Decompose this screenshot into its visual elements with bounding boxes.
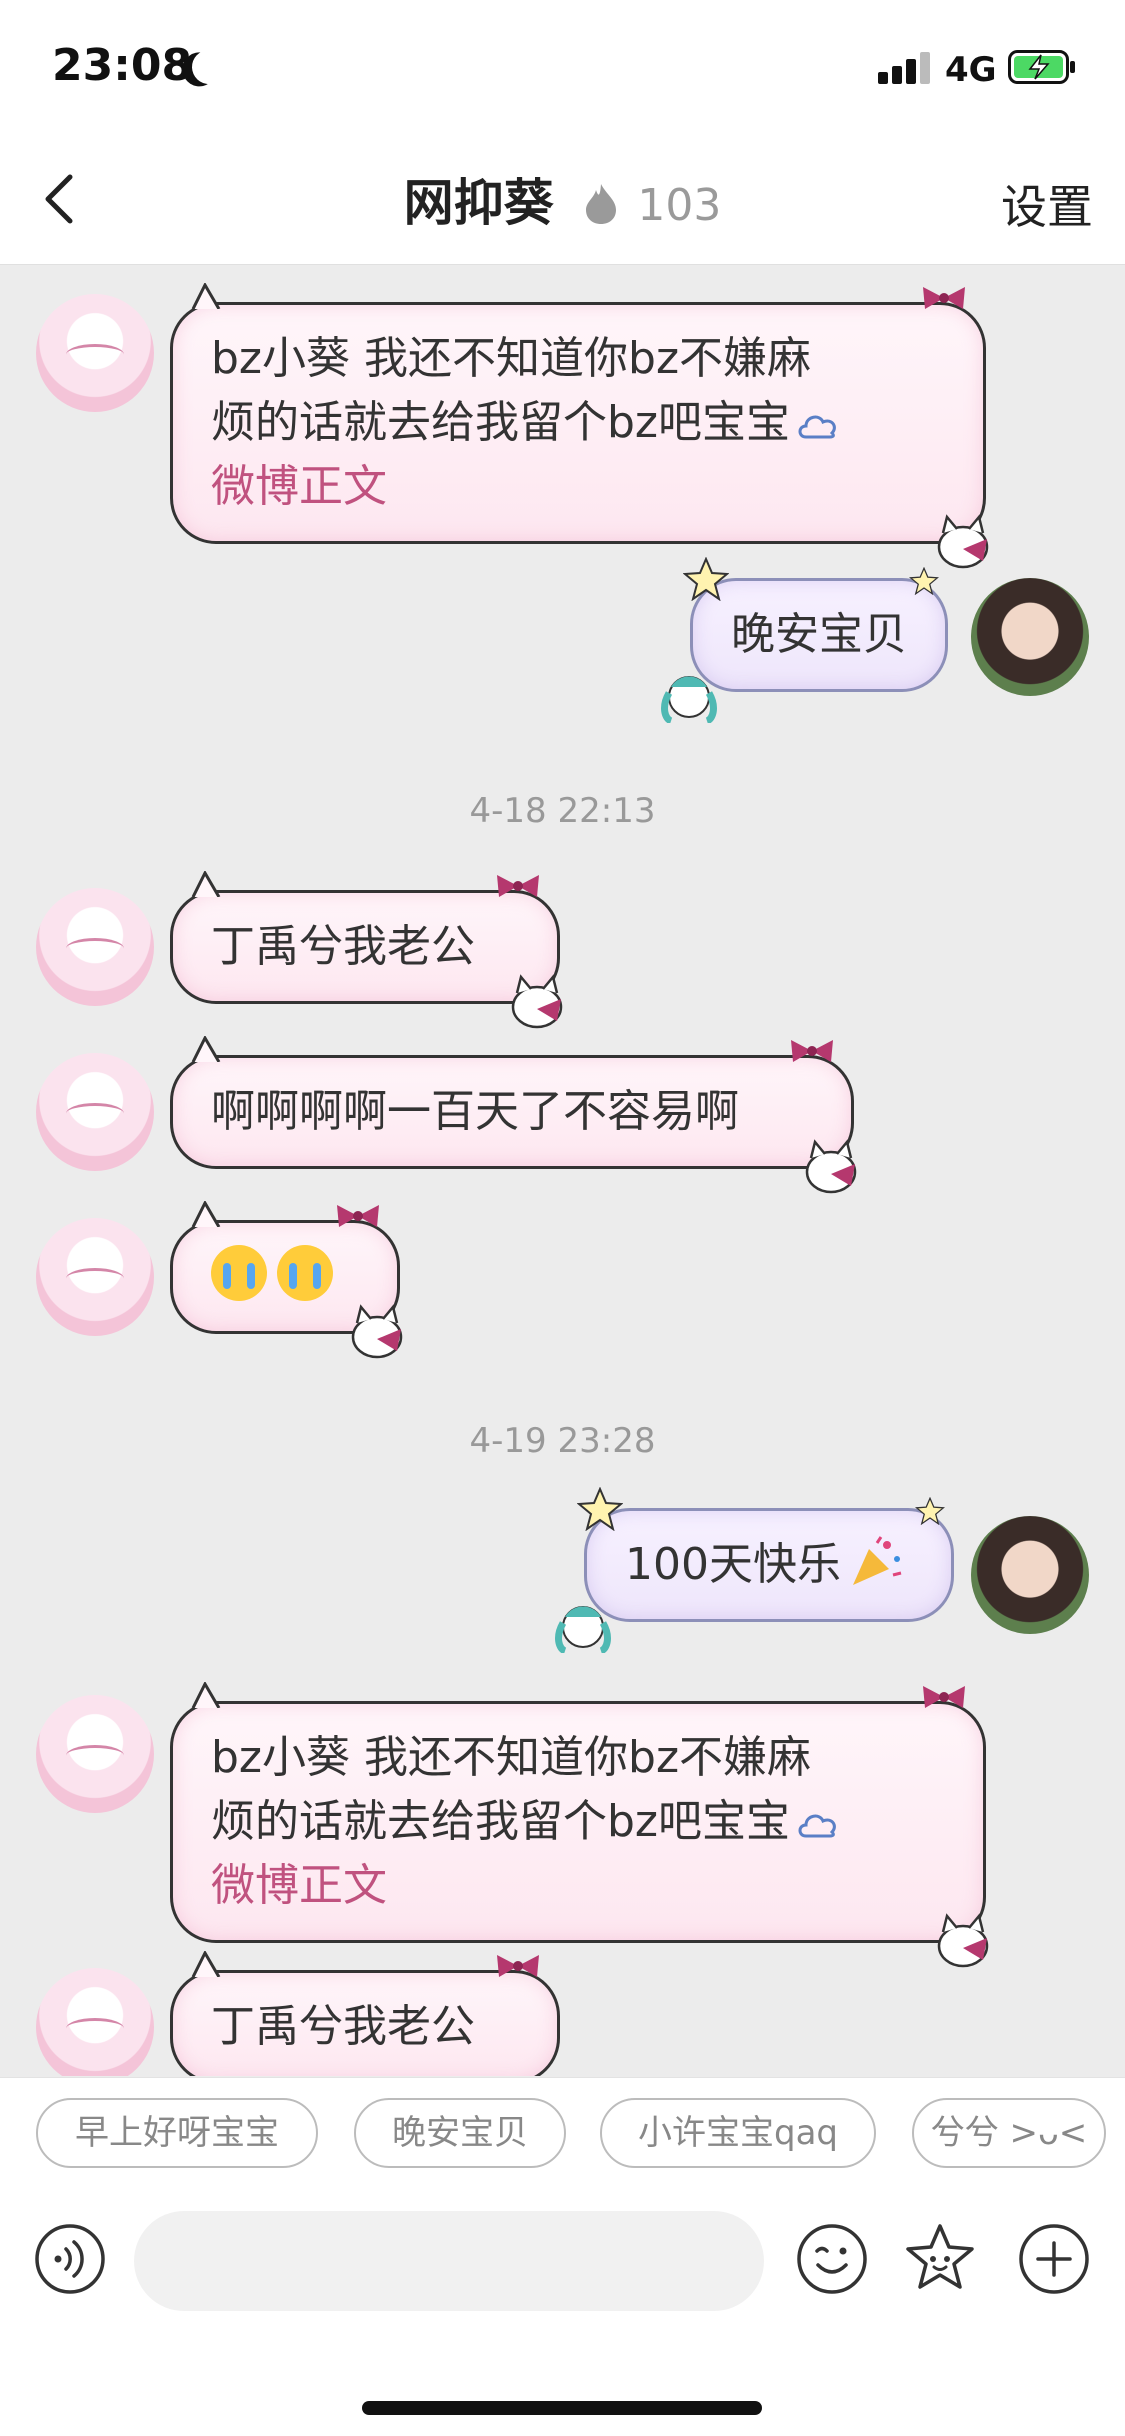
message-bubble[interactable]: 晚安宝贝 xyxy=(661,557,948,723)
quick-reply-chip[interactable]: 晚安宝贝 xyxy=(354,2098,566,2168)
message-bubble[interactable]: 100天快乐 xyxy=(555,1487,954,1653)
message-bubble[interactable]: bz小葵 我还不知道你bz不嫌麻 烦的话就去给我留个bz吧宝宝 微博正文 xyxy=(170,283,989,569)
sticker-icon[interactable] xyxy=(902,2221,978,2297)
message-text: 啊啊啊啊一百天了不容易啊 xyxy=(211,1086,739,1137)
quick-reply-bar: 早上好呀宝宝 晚安宝贝 小许宝宝qaq 兮兮 >ᴗ< xyxy=(0,2077,1125,2187)
timestamp: 4-19 23:28 xyxy=(469,1421,656,1461)
my-avatar[interactable] xyxy=(971,578,1089,696)
message-text-line: bz小葵 我还不知道你bz不嫌麻 xyxy=(211,333,812,384)
home-indicator[interactable] xyxy=(362,2401,762,2415)
weibo-link[interactable]: 微博正文 xyxy=(211,455,945,519)
bow-icon xyxy=(791,1040,833,1062)
message-text-line: bz小葵 我还不知道你bz不嫌麻 xyxy=(211,1732,812,1783)
message-bubble[interactable]: 丁禹兮我老公 xyxy=(170,1951,560,2076)
contact-avatar[interactable] xyxy=(36,1053,154,1171)
crying-face-icon xyxy=(277,1245,333,1301)
message-input[interactable] xyxy=(134,2211,764,2311)
input-bar xyxy=(0,2187,1125,2436)
cat-sticker-icon xyxy=(805,1139,857,1194)
contact-avatar[interactable] xyxy=(36,888,154,1006)
cat-ear-decoration xyxy=(191,1036,221,1062)
message-bubble[interactable] xyxy=(170,1201,403,1359)
intimacy-count: 103 xyxy=(637,180,722,231)
plus-icon[interactable] xyxy=(1018,2223,1090,2295)
star-icon xyxy=(577,1487,623,1531)
cat-sticker-icon xyxy=(511,974,563,1029)
star-icon xyxy=(915,1497,945,1525)
chat-message-list[interactable]: bz小葵 我还不知道你bz不嫌麻 烦的话就去给我留个bz吧宝宝 微博正文 晚安宝… xyxy=(0,266,1125,2076)
contact-avatar[interactable] xyxy=(36,1218,154,1336)
message-bubble[interactable]: 丁禹兮我老公 xyxy=(170,871,563,1029)
cat-ear-decoration xyxy=(191,1682,221,1708)
bow-icon xyxy=(497,875,539,897)
cloud-icon xyxy=(798,1814,836,1838)
miku-sticker-icon xyxy=(555,1606,611,1653)
star-icon xyxy=(683,557,729,601)
cat-sticker-icon xyxy=(937,514,989,569)
chat-header: 网抑葵 103 设置 xyxy=(0,135,1125,265)
party-popper-icon xyxy=(852,1536,902,1585)
message-text-line: 烦的话就去给我留个bz吧宝宝 xyxy=(211,1790,945,1854)
message-text: 丁禹兮我老公 xyxy=(211,2001,475,2052)
message-bubble[interactable]: 啊啊啊啊一百天了不容易啊 xyxy=(170,1036,857,1194)
bow-icon xyxy=(923,287,965,309)
cat-ear-decoration xyxy=(191,283,221,309)
star-icon xyxy=(909,567,939,595)
moon-icon xyxy=(189,47,228,86)
cat-ear-decoration xyxy=(191,1201,221,1227)
cloud-icon xyxy=(798,415,836,439)
bow-icon xyxy=(497,1955,539,1977)
my-avatar[interactable] xyxy=(971,1516,1089,1634)
quick-reply-chip[interactable]: 早上好呀宝宝 xyxy=(36,2098,318,2168)
chat-title: 网抑葵 xyxy=(403,174,554,232)
timestamp: 4-18 22:13 xyxy=(469,791,656,831)
status-time: 23:08 xyxy=(52,40,193,91)
bow-icon xyxy=(337,1205,379,1227)
network-label: 4G xyxy=(945,50,997,90)
status-bar: 23:08 4G xyxy=(0,0,1125,135)
quick-reply-chip[interactable]: 兮兮 >ᴗ< xyxy=(912,2098,1106,2168)
message-text-line: 烦的话就去给我留个bz吧宝宝 xyxy=(211,391,945,455)
flame-icon xyxy=(585,184,616,224)
header-center: 网抑葵 103 xyxy=(0,163,1125,235)
emoji-icon[interactable] xyxy=(796,2223,868,2295)
settings-button[interactable]: 设置 xyxy=(1001,171,1093,237)
battery-icon xyxy=(1008,50,1075,84)
signal-icon xyxy=(878,52,934,84)
crying-face-icon xyxy=(211,1245,267,1301)
cat-ear-decoration xyxy=(191,1951,221,1977)
voice-icon[interactable] xyxy=(34,2223,106,2295)
quick-reply-chip[interactable]: 小许宝宝qaq xyxy=(600,2098,876,2168)
cat-ear-decoration xyxy=(191,871,221,897)
miku-sticker-icon xyxy=(661,676,717,723)
message-bubble[interactable]: bz小葵 我还不知道你bz不嫌麻 烦的话就去给我留个bz吧宝宝 微博正文 xyxy=(170,1682,989,1968)
bow-icon xyxy=(923,1686,965,1708)
cat-sticker-icon xyxy=(351,1304,403,1359)
weibo-link[interactable]: 微博正文 xyxy=(211,1854,945,1918)
message-text: 100天快乐 xyxy=(625,1539,841,1590)
cat-sticker-icon xyxy=(937,1913,989,1968)
contact-avatar[interactable] xyxy=(36,1968,154,2076)
message-text: 丁禹兮我老公 xyxy=(211,921,475,972)
contact-avatar[interactable] xyxy=(36,1695,154,1813)
message-text: 晚安宝贝 xyxy=(731,609,907,660)
contact-avatar[interactable] xyxy=(36,294,154,412)
